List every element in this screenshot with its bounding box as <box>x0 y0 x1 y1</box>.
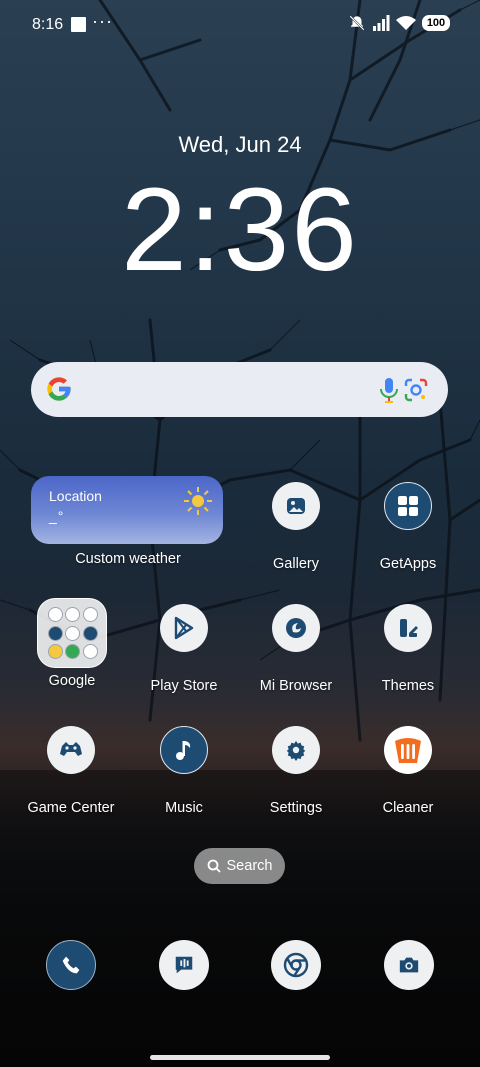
weather-widget-label: Custom weather <box>75 551 181 567</box>
notification-square-icon <box>71 17 86 32</box>
chrome-app-icon[interactable] <box>271 940 321 990</box>
gallery-icon <box>272 482 320 530</box>
silent-bell-icon <box>349 15 365 31</box>
google-folder[interactable] <box>37 598 107 668</box>
sun-icon <box>184 487 212 515</box>
getapps-icon <box>384 482 432 530</box>
app-label: GetApps <box>379 556 437 572</box>
phone-app-icon[interactable] <box>46 940 96 990</box>
weather-location: Location <box>49 488 102 504</box>
game-center-icon <box>47 726 95 774</box>
battery-indicator: 100 <box>422 15 450 31</box>
signal-icon <box>373 15 390 31</box>
status-time: 8:16 <box>32 16 64 33</box>
app-search-label: Search <box>226 858 273 874</box>
mi-browser-icon <box>272 604 320 652</box>
voice-search-icon[interactable] <box>377 376 401 404</box>
music-icon <box>160 726 208 774</box>
app-search-button[interactable]: Search <box>194 848 285 884</box>
more-notifications-icon: ··· <box>92 11 113 31</box>
themes-icon <box>384 604 432 652</box>
play-store-icon <box>160 604 208 652</box>
google-search-bar[interactable] <box>31 362 448 417</box>
lock-date: Wed, Jun 24 <box>178 132 302 157</box>
home-gesture-bar[interactable] <box>150 1055 330 1060</box>
wifi-icon <box>396 16 416 30</box>
weather-widget[interactable]: Location _° <box>31 476 223 544</box>
status-bar: 8:16 ··· 100 <box>0 0 480 48</box>
messages-app-icon[interactable] <box>159 940 209 990</box>
google-logo-icon <box>47 377 71 401</box>
app-label: Cleaner <box>382 800 434 816</box>
app-label: Themes <box>381 678 435 694</box>
weather-temperature: _° <box>49 508 65 524</box>
cleaner-icon <box>384 726 432 774</box>
google-lens-icon[interactable] <box>403 377 429 403</box>
search-icon <box>207 859 221 873</box>
app-label: Google <box>48 673 96 689</box>
camera-app-icon[interactable] <box>384 940 434 990</box>
settings-gear-icon <box>272 726 320 774</box>
big-clock[interactable]: 2:36 <box>0 160 480 300</box>
